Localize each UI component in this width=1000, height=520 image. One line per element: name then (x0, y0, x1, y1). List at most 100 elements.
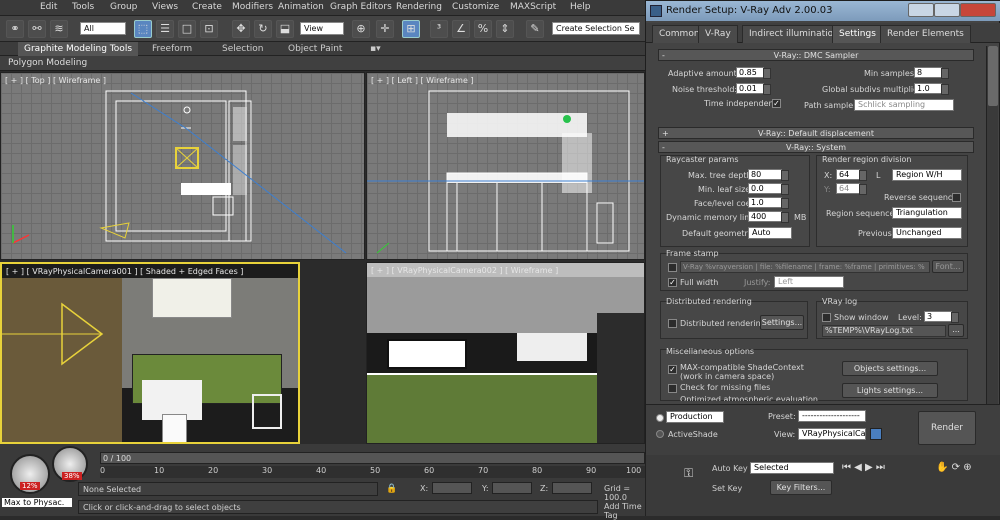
named-selection-dropdown[interactable]: Create Selection Se (552, 22, 640, 35)
tab-freeform[interactable]: Freeform (152, 44, 192, 54)
set-key-label[interactable]: Set Key (712, 484, 742, 493)
preset-dropdown[interactable]: -------------------- (798, 410, 866, 422)
scale-icon[interactable]: ⬓ (276, 20, 294, 38)
time-slider[interactable]: 0 / 100 (100, 452, 645, 464)
percent-snap-icon[interactable]: % (474, 20, 492, 38)
menu-customize[interactable]: Customize (452, 2, 499, 12)
frame-stamp-text-field[interactable]: V-Ray %vrayversion | file: %filename | f… (680, 261, 930, 273)
region-sequence-dropdown[interactable]: Triangulation (892, 207, 962, 219)
keyboard-shortcut-icon[interactable]: ⊞ (402, 20, 420, 38)
global-subdivs-field[interactable]: 1.0 (914, 83, 949, 95)
tab-selection[interactable]: Selection (222, 44, 263, 54)
production-dropdown[interactable]: Production (666, 411, 724, 423)
lock-view-icon[interactable] (870, 428, 882, 440)
maximize-button[interactable] (934, 3, 960, 17)
key-filters-button[interactable]: Key Filters... (770, 480, 832, 495)
dmc-sampler-header[interactable]: - V-Ray:: DMC Sampler (658, 49, 974, 61)
activeshade-radio[interactable] (656, 430, 664, 438)
full-width-checkbox[interactable]: ✓ (668, 278, 677, 287)
lights-settings-button[interactable]: Lights settings... (842, 383, 938, 398)
reverse-sequence-checkbox[interactable] (952, 193, 961, 202)
dynamic-memory-field[interactable]: 400 (748, 211, 789, 223)
menu-animation[interactable]: Animation (278, 2, 324, 12)
viewport-perspective[interactable]: [ + ] [ VRayPhysicalCamera002 ] [ Wirefr… (366, 262, 645, 444)
settings-scrollbar[interactable] (986, 46, 998, 406)
tab-settings[interactable]: Settings (832, 25, 883, 43)
angle-snap-icon[interactable]: ∠ (452, 20, 470, 38)
previous-dropdown[interactable]: Unchanged (892, 227, 962, 239)
rotate-icon[interactable]: ↻ (254, 20, 272, 38)
menu-tools[interactable]: Tools (72, 2, 94, 12)
viewport-nav-icon[interactable]: ✋ ⟳ ⊕ (936, 462, 972, 473)
viewport-top[interactable]: [ + ] [ Top ] [ Wireframe ] (0, 72, 365, 260)
noise-threshold-field[interactable]: 0.01 (736, 83, 771, 95)
spinner-snap-icon[interactable]: ⇕ (496, 20, 514, 38)
menu-rendering[interactable]: Rendering (396, 2, 442, 12)
menu-maxscript[interactable]: MAXScript (510, 2, 556, 12)
tab-indirect-illumination[interactable]: Indirect illumination (742, 25, 846, 43)
minimize-button[interactable] (908, 3, 934, 17)
viewport-camera[interactable]: [ + ] [ VRayPhysicalCamera001 ] [ Shaded… (0, 262, 300, 444)
production-radio[interactable] (656, 414, 664, 422)
move-icon[interactable]: ✥ (232, 20, 250, 38)
max-tree-depth-field[interactable]: 80 (748, 169, 789, 181)
tab-render-elements[interactable]: Render Elements (880, 25, 971, 43)
log-path-field[interactable]: %TEMP%\VRayLog.txt (822, 325, 946, 337)
reference-coord-dropdown[interactable]: View (300, 22, 344, 35)
objects-settings-button[interactable]: Objects settings... (842, 361, 938, 376)
menu-views[interactable]: Views (152, 2, 178, 12)
min-leaf-size-field[interactable]: 0.0 (748, 183, 789, 195)
polygon-modeling-panel[interactable]: Polygon Modeling (8, 58, 87, 68)
face-level-coef-field[interactable]: 1.0 (748, 197, 789, 209)
key-icon[interactable]: ⚿ (684, 466, 693, 481)
edit-named-sets-icon[interactable]: ✎ (526, 20, 544, 38)
tab-object-paint[interactable]: Object Paint (288, 44, 342, 54)
adaptive-amount-field[interactable]: 0.85 (736, 67, 771, 79)
show-window-checkbox[interactable] (822, 313, 831, 322)
select-object-icon[interactable]: ⬚ (134, 20, 152, 38)
maxscript-listener[interactable]: Max to Physac. (2, 498, 72, 507)
scrollbar-thumb[interactable] (988, 46, 998, 106)
tab-vray[interactable]: V-Ray (698, 25, 738, 43)
time-independent-checkbox[interactable]: ✓ (772, 99, 781, 108)
render-view-dropdown[interactable]: VRayPhysicalCa (798, 428, 866, 440)
menu-group[interactable]: Group (110, 2, 137, 12)
region-lock-label[interactable]: L (876, 171, 880, 180)
viewport-left[interactable]: [ + ] [ Left ] [ Wireframe ] (366, 72, 645, 260)
region-y-field[interactable]: 64 (836, 183, 867, 195)
system-header[interactable]: - V-Ray:: System (658, 141, 974, 153)
menu-create[interactable]: Create (192, 2, 222, 12)
region-x-field[interactable]: 64 (836, 169, 867, 181)
select-by-name-icon[interactable]: ☰ (156, 20, 174, 38)
pivot-icon[interactable]: ⊕ (352, 20, 370, 38)
path-sampler-dropdown[interactable]: Schlick sampling (854, 99, 954, 111)
log-level-field[interactable]: 3 (924, 311, 959, 323)
default-geometry-dropdown[interactable]: Auto (748, 227, 792, 239)
region-mode-dropdown[interactable]: Region W/H (892, 169, 962, 181)
default-displacement-header[interactable]: + V-Ray:: Default displacement (658, 127, 974, 139)
snap-3d-icon[interactable]: ³ (430, 20, 448, 38)
justify-dropdown[interactable]: Left (774, 276, 844, 288)
rect-selection-icon[interactable]: □ (178, 20, 196, 38)
unlink-icon[interactable]: ⚯ (28, 20, 46, 38)
menu-help[interactable]: Help (570, 2, 591, 12)
lock-icon[interactable]: 🔒 (386, 484, 397, 494)
select-manipulate-icon[interactable]: ✛ (376, 20, 394, 38)
viewport-perspective-label[interactable]: [ + ] [ VRayPhysicalCamera002 ] [ Wirefr… (371, 266, 558, 275)
max-compatible-checkbox[interactable]: ✓ (668, 365, 677, 374)
ribbon-options-icon[interactable]: ▪▾ (370, 44, 381, 54)
check-missing-checkbox[interactable] (668, 384, 677, 393)
playback-controls-icon[interactable]: ⏮ ◀ ▶ ⏭ (842, 462, 885, 473)
add-time-tag[interactable]: Add Time Tag (604, 502, 645, 520)
font-button[interactable]: Font... (932, 260, 964, 273)
min-samples-field[interactable]: 8 (914, 67, 949, 79)
close-icon[interactable] (960, 3, 996, 17)
browse-log-button[interactable]: ... (948, 324, 964, 337)
menu-edit[interactable]: Edit (40, 2, 57, 12)
tab-graphite-modeling-tools[interactable]: Graphite Modeling Tools (18, 42, 139, 56)
menu-graph-editors[interactable]: Graph Editors (330, 2, 392, 12)
bind-space-warp-icon[interactable]: ≋ (50, 20, 68, 38)
z-coord-field[interactable] (552, 482, 592, 494)
window-crossing-icon[interactable]: ⊡ (200, 20, 218, 38)
y-coord-field[interactable] (492, 482, 532, 494)
